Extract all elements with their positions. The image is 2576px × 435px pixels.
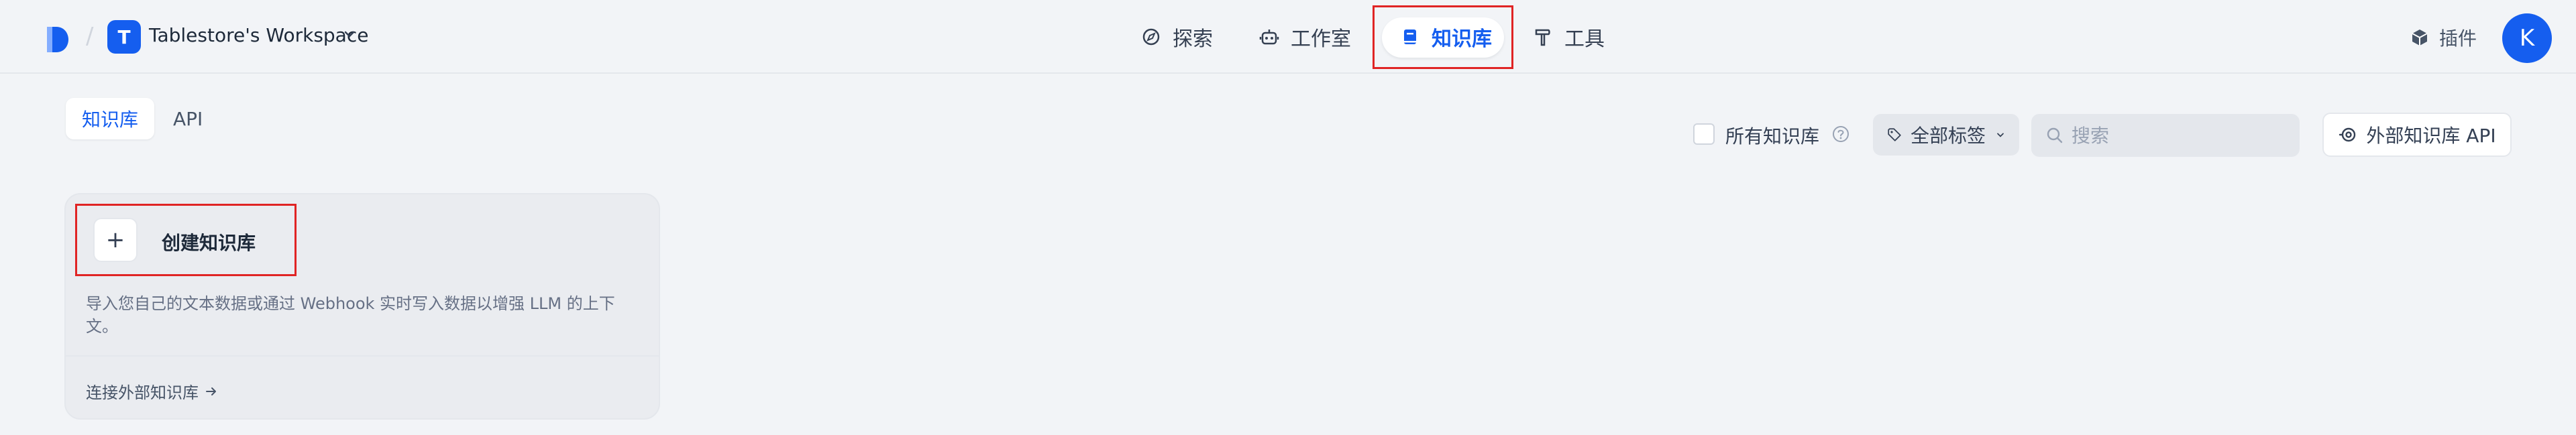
nav-explore[interactable]: 探索 — [1140, 17, 1213, 56]
top-bar: / T Tablestore's Workspace 探索 工作室 知识库 工具… — [0, 0, 2576, 74]
create-knowledge-description: 导入您自己的文本数据或通过 Webhook 实时写入数据以增强 LLM 的上下文… — [86, 294, 615, 336]
search-icon — [2047, 127, 2063, 143]
connect-external-knowledge-label: 连接外部知识库 — [86, 383, 199, 402]
app-logo-icon[interactable] — [44, 25, 70, 54]
workspace-name[interactable]: Tablestore's Workspace — [149, 24, 368, 46]
all-knowledge-checkbox[interactable] — [1693, 123, 1715, 145]
help-icon[interactable] — [1831, 125, 1850, 143]
compass-icon — [1142, 28, 1160, 46]
tag-icon — [1888, 128, 1901, 141]
search-input[interactable] — [2072, 124, 2286, 147]
workspace-avatar[interactable]: T — [107, 20, 141, 54]
breadcrumb-separator: / — [86, 23, 94, 50]
tag-filter-label: 全部标签 — [1910, 125, 1986, 147]
plus-icon[interactable]: + — [93, 218, 138, 262]
plugins-label: 插件 — [2439, 27, 2477, 50]
arrow-right-icon — [206, 387, 216, 395]
cube-icon — [2412, 29, 2428, 46]
connect-external-knowledge-link[interactable]: 连接外部知识库 — [86, 379, 219, 403]
card-divider — [66, 355, 659, 357]
hammer-icon — [1535, 29, 1550, 46]
create-knowledge-label[interactable]: 创建知识库 — [162, 229, 256, 255]
nav-explore-label: 探索 — [1173, 27, 1213, 51]
user-avatar[interactable]: K — [2502, 13, 2552, 63]
tab-api[interactable]: API — [157, 98, 219, 139]
tab-knowledge[interactable]: 知识库 — [66, 98, 155, 139]
chevron-down-icon[interactable] — [342, 27, 357, 42]
tag-filter-select[interactable]: 全部标签 — [1873, 114, 2019, 156]
nav-studio-label: 工作室 — [1291, 27, 1351, 51]
external-knowledge-api-label: 外部知识库 API — [2366, 125, 2496, 147]
all-knowledge-label[interactable]: 所有知识库 — [1725, 122, 1819, 149]
create-knowledge-card[interactable]: + 创建知识库 导入您自己的文本数据或通过 Webhook 实时写入数据以增强 … — [64, 193, 660, 420]
plugins-button[interactable]: 插件 — [2410, 24, 2477, 51]
nav-tools-label: 工具 — [1564, 27, 1605, 51]
nav-studio[interactable]: 工作室 — [1258, 17, 1351, 56]
robot-icon — [1259, 29, 1279, 45]
chevron-down-icon — [1997, 133, 2004, 137]
nav-tools[interactable]: 工具 — [1532, 17, 1605, 56]
highlight-box — [1373, 5, 1513, 69]
external-knowledge-api-button[interactable]: 外部知识库 API — [2322, 113, 2512, 157]
api-connection-icon — [2339, 127, 2356, 142]
create-knowledge-highlight[interactable]: + 创建知识库 — [75, 204, 297, 276]
search-box[interactable] — [2031, 114, 2300, 157]
